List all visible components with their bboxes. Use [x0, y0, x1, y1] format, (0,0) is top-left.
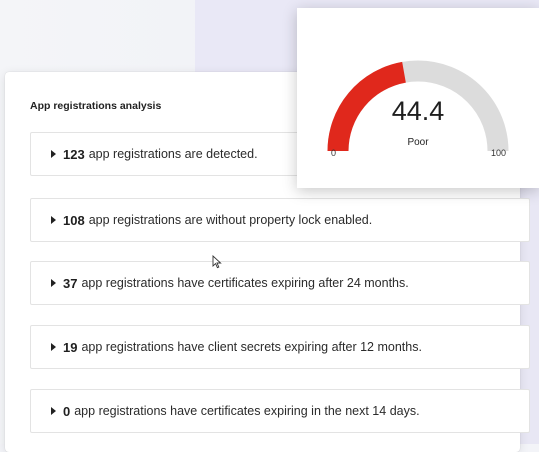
item-count: 37	[63, 275, 78, 291]
item-text: app registrations are without property l…	[88, 213, 373, 227]
analysis-item-secrets-12-months[interactable]: 19 app registrations have client secrets…	[30, 325, 530, 369]
gauge-rating: Poor	[407, 137, 429, 148]
item-text: app registrations are detected.	[88, 147, 258, 161]
gauge-max-label: 100	[491, 148, 507, 158]
gauge-value: 44.4	[391, 96, 445, 126]
mouse-pointer-icon	[212, 255, 222, 269]
item-text: app registrations have certificates expi…	[81, 276, 409, 290]
item-text: app registrations have certificates expi…	[74, 404, 420, 418]
analysis-item-certs-24-months[interactable]: 37 app registrations have certificates e…	[30, 261, 530, 305]
caret-right-icon	[51, 407, 56, 415]
item-text: app registrations have client secrets ex…	[81, 340, 422, 354]
gauge-min-label: 0	[331, 148, 337, 158]
item-count: 19	[63, 339, 78, 355]
caret-right-icon	[51, 216, 56, 224]
caret-right-icon	[51, 279, 56, 287]
caret-right-icon	[51, 343, 56, 351]
analysis-item-certs-14-days[interactable]: 0 app registrations have certificates ex…	[30, 389, 530, 433]
item-count: 0	[63, 403, 71, 419]
analysis-item-property-lock[interactable]: 108 app registrations are without proper…	[30, 198, 530, 242]
item-count: 123	[63, 146, 85, 162]
caret-right-icon	[51, 150, 56, 158]
item-count: 108	[63, 212, 85, 228]
panel-title: App registrations analysis	[30, 100, 162, 112]
score-gauge-card: 44.4 Poor 0 100	[297, 8, 539, 188]
